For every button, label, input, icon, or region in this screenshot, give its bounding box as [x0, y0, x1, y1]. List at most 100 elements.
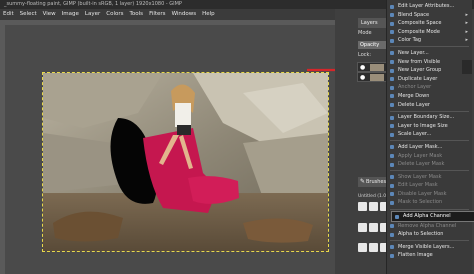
- menu-edit[interactable]: Edit: [3, 9, 14, 20]
- context-menu-item[interactable]: Merge Down: [387, 92, 472, 101]
- menu-image[interactable]: Image: [62, 9, 79, 20]
- menu-colors[interactable]: Colors: [106, 9, 123, 20]
- menu-item-icon: [390, 200, 394, 205]
- menu-item-icon: [390, 253, 394, 258]
- menu-item-icon: [390, 30, 394, 35]
- context-menu-item: Delete Layer Mask: [387, 160, 472, 169]
- brush-swatch[interactable]: [358, 222, 367, 232]
- context-menu-item: Edit Layer Mask: [387, 181, 472, 190]
- menu-item-icon: [390, 183, 394, 188]
- menu-item-icon: [390, 115, 394, 120]
- context-menu-item[interactable]: Color Tag ▸: [387, 36, 472, 45]
- menu-layer[interactable]: Layer: [85, 9, 100, 20]
- menu-item-label: Show Layer Mask: [398, 173, 442, 180]
- menu-view[interactable]: View: [43, 9, 56, 20]
- menu-bar: Edit Select View Image Layer Colors Tool…: [0, 9, 363, 20]
- submenu-arrow-icon: ▸: [465, 37, 468, 44]
- menu-item-icon: [390, 13, 394, 18]
- context-menu-item[interactable]: New Layer...: [387, 49, 472, 58]
- menu-item-icon: [390, 85, 394, 90]
- menu-help[interactable]: Help: [202, 9, 215, 20]
- menu-item-label: Scale Layer...: [398, 131, 432, 138]
- brushes-tab-label: Brushes: [366, 179, 387, 185]
- menu-filters[interactable]: Filters: [149, 9, 166, 20]
- menu-item-icon: [390, 175, 394, 180]
- menu-item-icon: [390, 192, 394, 197]
- context-menu-item: Disable Layer Mask: [387, 190, 472, 199]
- menu-windows[interactable]: Windows: [172, 9, 197, 20]
- menu-item-icon: [390, 21, 394, 26]
- menu-select[interactable]: Select: [20, 9, 37, 20]
- context-menu-item[interactable]: Add Layer Mask...: [387, 143, 472, 152]
- menu-item-icon: [390, 94, 394, 99]
- window-title: _summy-floating paint, GIMP (built-in sR…: [4, 1, 182, 7]
- menu-item-icon: [390, 232, 394, 237]
- menu-item-icon: [390, 4, 394, 9]
- context-menu-item[interactable]: New Layer Group: [387, 66, 472, 75]
- context-menu-item[interactable]: Layer Boundary Size...: [387, 113, 472, 122]
- menu-separator: [390, 46, 469, 48]
- context-menu-item[interactable]: Composite Mode ▸: [387, 28, 472, 37]
- menu-separator: [390, 208, 469, 210]
- eye-icon[interactable]: ●: [360, 64, 365, 71]
- brush-swatch[interactable]: [358, 243, 367, 253]
- menu-item-label: Anchor Layer: [398, 84, 432, 91]
- menu-item-label: Add Alpha Channel: [403, 213, 451, 220]
- menu-tools[interactable]: Tools: [130, 9, 144, 20]
- menu-item-label: Layer to Image Size: [398, 122, 448, 129]
- menu-separator: [390, 140, 469, 142]
- brush-icon: ✎: [360, 178, 366, 185]
- context-menu-item[interactable]: Edit Layer Attributes...: [387, 2, 472, 11]
- menu-item-label: Delete Layer: [398, 101, 430, 108]
- context-menu-item: Mask to Selection: [387, 198, 472, 207]
- context-menu-item[interactable]: New from Visible: [387, 58, 472, 67]
- vertical-ruler[interactable]: [0, 25, 5, 274]
- brush-swatch[interactable]: [369, 222, 378, 232]
- menu-item-icon: [390, 154, 394, 158]
- menu-item-label: Mask to Selection: [398, 199, 443, 206]
- submenu-arrow-icon: ▸: [465, 28, 468, 35]
- menu-item-label: Alpha to Selection: [398, 231, 444, 238]
- brush-swatch[interactable]: [369, 202, 378, 211]
- context-menu-item: Apply Layer Mask: [387, 152, 472, 161]
- context-menu-item[interactable]: Merge Visible Layers...: [387, 243, 472, 252]
- menu-separator: [390, 170, 469, 172]
- menu-item-icon: [390, 162, 394, 167]
- context-menu-item[interactable]: Blend Space ▸: [387, 11, 472, 20]
- menu-item-label: Edit Layer Mask: [398, 182, 438, 189]
- menu-item-icon: [390, 145, 394, 150]
- menu-item-label: Delete Layer Mask: [398, 161, 445, 168]
- context-menu-item[interactable]: Delete Layer: [387, 101, 472, 110]
- context-menu-item[interactable]: Composite Space ▸: [387, 19, 472, 28]
- brush-swatch[interactable]: [358, 202, 367, 211]
- context-menu-item: Show Layer Mask: [387, 173, 472, 182]
- layer-boundary: [42, 72, 329, 252]
- menu-item-icon: [390, 60, 394, 65]
- menu-item-icon: [390, 51, 394, 56]
- context-menu-item[interactable]: Alpha to Selection: [387, 230, 472, 239]
- context-menu-item: Anchor Layer: [387, 83, 472, 92]
- context-menu-item[interactable]: Duplicate Layer: [387, 75, 472, 84]
- mode-label: Mode: [358, 30, 372, 36]
- context-menu-item[interactable]: Flatten Image: [387, 251, 472, 260]
- menu-item-icon: [395, 214, 399, 219]
- context-menu-item[interactable]: Scale Layer...: [387, 130, 472, 139]
- eye-icon[interactable]: ●: [360, 74, 365, 81]
- layer-thumbnail: [370, 64, 384, 71]
- horizontal-ruler[interactable]: [0, 20, 335, 25]
- brush-filter-label[interactable]: Untitled (1.0): [358, 194, 388, 199]
- submenu-arrow-icon: ▸: [465, 20, 468, 27]
- layer-context-menu: Edit Layer Attributes... Blend Space ▸ Comp…: [386, 0, 474, 274]
- context-menu-item[interactable]: Layer to Image Size: [387, 122, 472, 131]
- scrollbar[interactable]: [462, 60, 472, 74]
- context-menu-item: Remove Alpha Channel: [387, 222, 472, 231]
- brush-swatch[interactable]: [369, 243, 378, 253]
- menu-item-label: Remove Alpha Channel: [398, 222, 457, 229]
- submenu-arrow-icon: ▸: [465, 11, 468, 18]
- context-menu-item[interactable]: Add Alpha Channel: [391, 211, 474, 222]
- menu-item-icon: [390, 245, 394, 250]
- layer-thumbnail: [370, 74, 384, 81]
- menu-item-icon: [390, 103, 394, 108]
- menu-item-label: Composite Mode: [398, 28, 440, 35]
- menu-item-label: New from Visible: [398, 58, 441, 65]
